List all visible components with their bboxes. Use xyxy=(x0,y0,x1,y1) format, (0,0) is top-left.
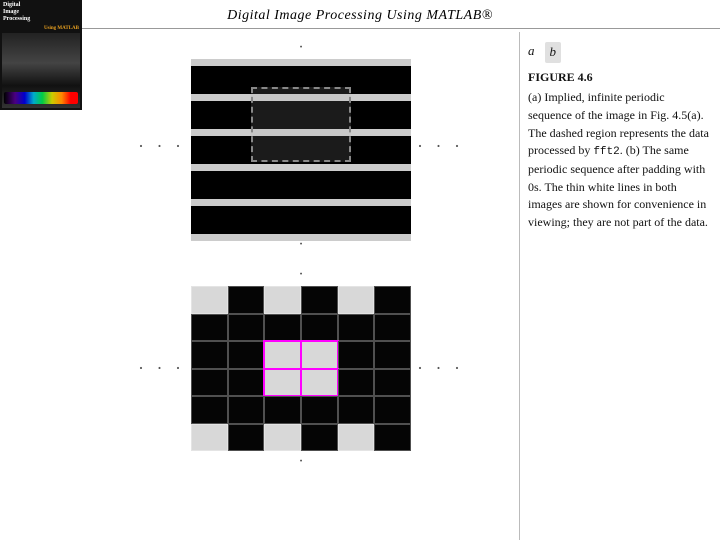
cell-3-4 xyxy=(338,369,375,397)
cell-4-3 xyxy=(301,396,338,424)
cell-1-2 xyxy=(264,314,301,342)
cell-5-4 xyxy=(338,424,375,452)
figure-a-container: · · · · xyxy=(138,40,464,253)
fft2-code: fft2 xyxy=(593,146,619,158)
figure-b-image xyxy=(191,286,411,451)
cell-2-3 xyxy=(301,341,338,369)
cell-3-3 xyxy=(301,369,338,397)
dots-left-b: · · · xyxy=(138,358,185,379)
cell-5-1 xyxy=(228,424,265,452)
cell-2-2 xyxy=(264,341,301,369)
rainbow-decoration xyxy=(4,92,78,104)
cell-0-0 xyxy=(191,286,228,314)
cell-3-2 xyxy=(264,369,301,397)
cell-2-4 xyxy=(338,341,375,369)
book-cover-image xyxy=(2,33,80,108)
book-matlab-label: Using MATLAB xyxy=(0,26,82,31)
figure-b-row: · · · xyxy=(138,286,464,451)
cell-3-1 xyxy=(228,369,265,397)
cell-2-0 xyxy=(191,341,228,369)
caption-text: (a) Implied, infinite periodic sequence … xyxy=(528,89,710,232)
book-thumbnail: DigitalImageProcessing Using MATLAB xyxy=(0,0,82,110)
dots-right-b: · · · xyxy=(417,358,464,379)
cell-5-5 xyxy=(374,424,411,452)
cell-4-5 xyxy=(374,396,411,424)
cell-4-2 xyxy=(264,396,301,424)
cell-0-4 xyxy=(338,286,375,314)
cell-0-3 xyxy=(301,286,338,314)
header-title: Digital Image Processing Using MATLAB® xyxy=(227,8,493,23)
figure-a-image xyxy=(191,59,411,234)
cell-1-4 xyxy=(338,314,375,342)
cell-1-5 xyxy=(374,314,411,342)
page-header: Digital Image Processing Using MATLAB® xyxy=(0,0,720,29)
dots-top-b: · xyxy=(138,267,464,283)
cell-4-4 xyxy=(338,396,375,424)
cell-2-1 xyxy=(228,341,265,369)
cell-5-2 xyxy=(264,424,301,452)
cell-3-5 xyxy=(374,369,411,397)
cell-3-0 xyxy=(191,369,228,397)
cell-2-5 xyxy=(374,341,411,369)
dots-right-a: · · · xyxy=(417,136,464,157)
dots-left-a: · · · xyxy=(138,136,185,157)
dashed-selection xyxy=(251,87,351,162)
dots-bottom-b: · xyxy=(138,454,464,470)
cell-4-0 xyxy=(191,396,228,424)
main-content: · · · · xyxy=(82,32,720,540)
cell-0-2 xyxy=(264,286,301,314)
label-a: a xyxy=(528,42,535,63)
cell-1-0 xyxy=(191,314,228,342)
book-title: DigitalImageProcessing xyxy=(0,0,82,26)
dots-top: · xyxy=(138,40,464,56)
caption-panel: a b FIGURE 4.6 (a) Implied, infinite per… xyxy=(520,32,720,540)
figure-a-row: · · · · · · xyxy=(138,59,464,234)
cell-0-5 xyxy=(374,286,411,314)
label-b: b xyxy=(545,42,562,63)
cell-4-1 xyxy=(228,396,265,424)
figures-panel: · · · · xyxy=(82,32,520,540)
cell-1-1 xyxy=(228,314,265,342)
figure-labels: a b xyxy=(528,42,710,63)
figure-caption-title: FIGURE 4.6 xyxy=(528,69,710,86)
figure-b-container: · · · · xyxy=(138,267,464,470)
cell-5-0 xyxy=(191,424,228,452)
cell-1-3 xyxy=(301,314,338,342)
cell-5-3 xyxy=(301,424,338,452)
cell-0-1 xyxy=(228,286,265,314)
